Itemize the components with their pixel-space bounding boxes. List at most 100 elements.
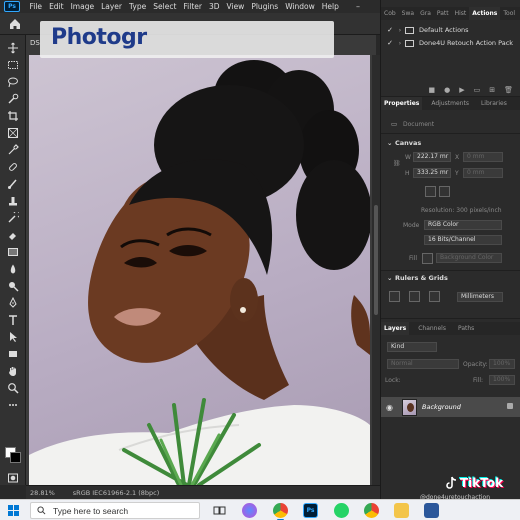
canvas-scrollbar[interactable] <box>372 55 380 485</box>
grid-icon[interactable] <box>409 291 420 302</box>
gradient-tool-icon[interactable] <box>7 246 19 258</box>
chrome-icon[interactable] <box>273 503 288 520</box>
tab-color[interactable]: Cob <box>381 10 399 17</box>
frame-tool-icon[interactable] <box>7 127 19 139</box>
eyedropper-tool-icon[interactable] <box>7 144 19 156</box>
lasso-tool-icon[interactable] <box>7 76 19 88</box>
eye-icon[interactable]: ◉ <box>386 403 396 412</box>
more-tools-icon[interactable] <box>7 399 19 411</box>
checkmark-icon[interactable]: ✓ <box>385 26 395 34</box>
blur-tool-icon[interactable] <box>7 263 19 275</box>
lock-icon[interactable] <box>507 403 513 409</box>
quick-mask-icon[interactable] <box>7 472 19 484</box>
tab-layers[interactable]: Layers <box>381 322 410 335</box>
menu-image[interactable]: Image <box>67 2 98 11</box>
document-tab[interactable]: DS <box>30 39 40 47</box>
action-set-row[interactable]: ✓ › Default Actions <box>381 24 520 36</box>
ruler-icon[interactable] <box>389 291 400 302</box>
healing-brush-tool-icon[interactable] <box>7 161 19 173</box>
path-selection-tool-icon[interactable] <box>7 331 19 343</box>
link-icon[interactable]: ⛓ <box>393 160 401 167</box>
layer-fill-field[interactable]: 100% <box>489 375 515 385</box>
canvas-section-chevron-icon[interactable]: ⌄ <box>387 139 392 147</box>
tab-paths[interactable]: Paths <box>455 325 477 332</box>
minimize-icon[interactable]: – <box>356 2 360 11</box>
mode-select[interactable]: RGB Color <box>424 220 502 230</box>
menu-layer[interactable]: Layer <box>98 2 126 11</box>
menu-select[interactable]: Select <box>150 2 180 11</box>
canvas-area[interactable] <box>26 55 372 485</box>
y-field[interactable]: 0 mm <box>463 168 503 178</box>
layer-row[interactable]: ◉ Background <box>381 397 520 417</box>
guides-icon[interactable] <box>429 291 440 302</box>
menu-file[interactable]: File <box>26 2 46 11</box>
whatsapp-icon[interactable] <box>334 503 349 518</box>
menu-type[interactable]: Type <box>126 2 150 11</box>
scrollbar-thumb[interactable] <box>374 205 378 315</box>
tab-patterns[interactable]: Patt <box>434 10 452 17</box>
fill-select[interactable]: Background Color <box>436 253 502 263</box>
record-icon[interactable]: ● <box>444 86 450 94</box>
crop-tool-icon[interactable] <box>7 110 19 122</box>
eraser-tool-icon[interactable] <box>7 229 19 241</box>
bit-depth-select[interactable]: 16 Bits/Channel <box>424 235 502 245</box>
trash-icon[interactable]: 🗑 <box>504 86 513 94</box>
tab-gradients[interactable]: Gra <box>417 10 434 17</box>
windows-start-icon[interactable] <box>8 505 19 516</box>
taskbar-search-box[interactable]: Type here to search <box>30 502 200 519</box>
height-field[interactable]: 333.25 mr <box>413 168 451 178</box>
zoom-tool-icon[interactable] <box>7 382 19 394</box>
clone-stamp-tool-icon[interactable] <box>7 195 19 207</box>
play-icon[interactable]: ▶ <box>459 86 464 94</box>
background-color-swatch[interactable] <box>10 452 21 463</box>
rectangle-tool-icon[interactable] <box>7 348 19 360</box>
new-action-icon[interactable]: ⊞ <box>489 86 495 94</box>
tab-properties[interactable]: Properties <box>381 97 423 110</box>
tab-channels[interactable]: Channels <box>415 325 449 332</box>
pen-tool-icon[interactable] <box>7 297 19 309</box>
copilot-icon[interactable] <box>242 503 257 518</box>
type-tool-icon[interactable] <box>7 314 19 326</box>
layer-name[interactable]: Background <box>422 403 461 411</box>
blend-mode-select[interactable]: Normal <box>387 359 459 369</box>
home-icon[interactable] <box>8 17 22 31</box>
tab-actions[interactable]: Actions <box>469 7 501 20</box>
landscape-orientation-icon[interactable] <box>439 186 450 197</box>
dodge-tool-icon[interactable] <box>7 280 19 292</box>
zoom-level[interactable]: 28.81% <box>30 489 55 497</box>
opacity-field[interactable]: 100% <box>489 359 515 369</box>
checkmark-icon[interactable]: ✓ <box>385 39 395 47</box>
menu-window[interactable]: Window <box>282 2 319 11</box>
menu-3d[interactable]: 3D <box>205 2 223 11</box>
chevron-right-icon[interactable]: › <box>395 40 405 47</box>
tab-history[interactable]: Hist <box>452 10 470 17</box>
history-brush-tool-icon[interactable] <box>7 212 19 224</box>
rulers-section-chevron-icon[interactable]: ⌄ <box>387 274 392 282</box>
marquee-tool-icon[interactable] <box>7 59 19 71</box>
chevron-right-icon[interactable]: › <box>395 27 405 34</box>
chrome-profile-icon[interactable] <box>364 503 379 518</box>
hand-tool-icon[interactable] <box>7 365 19 377</box>
move-tool-icon[interactable] <box>7 42 19 54</box>
menu-help[interactable]: Help <box>318 2 342 11</box>
tab-libraries[interactable]: Libraries <box>478 100 510 107</box>
tab-swatches[interactable]: Swa <box>399 10 417 17</box>
tab-adjustments[interactable]: Adjustments <box>428 100 472 107</box>
menu-edit[interactable]: Edit <box>46 2 68 11</box>
menu-filter[interactable]: Filter <box>180 2 206 11</box>
portrait-orientation-icon[interactable] <box>425 186 436 197</box>
brush-tool-icon[interactable] <box>7 178 19 190</box>
new-set-folder-icon[interactable]: ▭ <box>474 86 481 94</box>
menu-plugins[interactable]: Plugins <box>248 2 282 11</box>
menu-view[interactable]: View <box>223 2 248 11</box>
file-explorer-icon[interactable] <box>394 503 409 518</box>
tab-tool-presets[interactable]: Tool <box>500 10 518 17</box>
action-set-row[interactable]: ✓ › Done4U Retouch Action Pack <box>381 37 520 49</box>
task-view-icon[interactable] <box>212 503 227 518</box>
units-select[interactable]: Millimeters <box>457 292 503 302</box>
stop-icon[interactable]: ■ <box>428 86 435 94</box>
quick-selection-tool-icon[interactable] <box>7 93 19 105</box>
word-icon[interactable] <box>424 503 439 518</box>
photoshop-taskbar-icon[interactable]: Ps <box>303 503 318 518</box>
width-field[interactable]: 222.17 mr <box>413 152 451 162</box>
